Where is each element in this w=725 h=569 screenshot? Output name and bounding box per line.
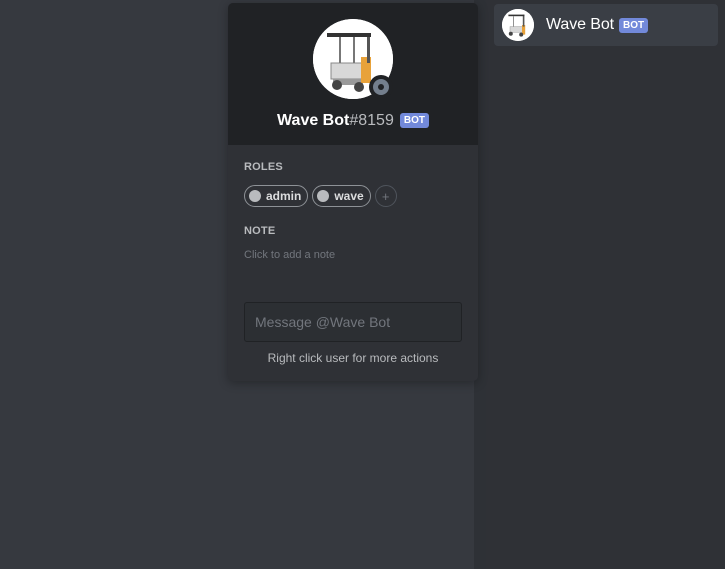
roles-list: admin wave + bbox=[244, 185, 462, 207]
message-input[interactable]: Message @Wave Bot bbox=[244, 302, 462, 342]
popout-header: Wave Bot#8159 BOT bbox=[228, 3, 478, 145]
member-list: Wave Bot BOT bbox=[486, 0, 725, 569]
profile-name: Wave Bot#8159 BOT bbox=[277, 111, 429, 131]
role-wave[interactable]: wave bbox=[312, 185, 371, 207]
role-label: wave bbox=[334, 189, 364, 203]
discriminator: #8159 bbox=[349, 112, 394, 129]
role-color-icon[interactable] bbox=[249, 190, 261, 202]
role-label: admin bbox=[266, 189, 302, 203]
note-title: NOTE bbox=[244, 225, 276, 237]
bot-badge: BOT bbox=[618, 17, 649, 33]
plus-icon[interactable]: + bbox=[374, 185, 397, 207]
popout-body: ROLES admin wave + NOTE Click to add a n… bbox=[228, 145, 478, 261]
role-color-icon[interactable] bbox=[317, 190, 330, 202]
offline-status-icon bbox=[369, 75, 393, 99]
note-input[interactable]: Click to add a note bbox=[244, 249, 462, 261]
member-item-wave-bot[interactable]: Wave Bot BOT bbox=[494, 4, 718, 46]
robot-avatar-icon bbox=[502, 9, 534, 41]
member-name: Wave Bot bbox=[546, 16, 614, 33]
username[interactable]: Wave Bot bbox=[277, 112, 349, 129]
protip-hint: Right click user for more actions bbox=[267, 351, 439, 365]
role-admin[interactable]: admin bbox=[244, 185, 309, 207]
profile-avatar[interactable] bbox=[313, 19, 393, 99]
bot-badge: BOT bbox=[399, 113, 429, 129]
user-profile-popout: Wave Bot#8159 BOT ROLES admin wave + NOTE… bbox=[228, 3, 478, 381]
roles-title: ROLES bbox=[244, 161, 283, 173]
